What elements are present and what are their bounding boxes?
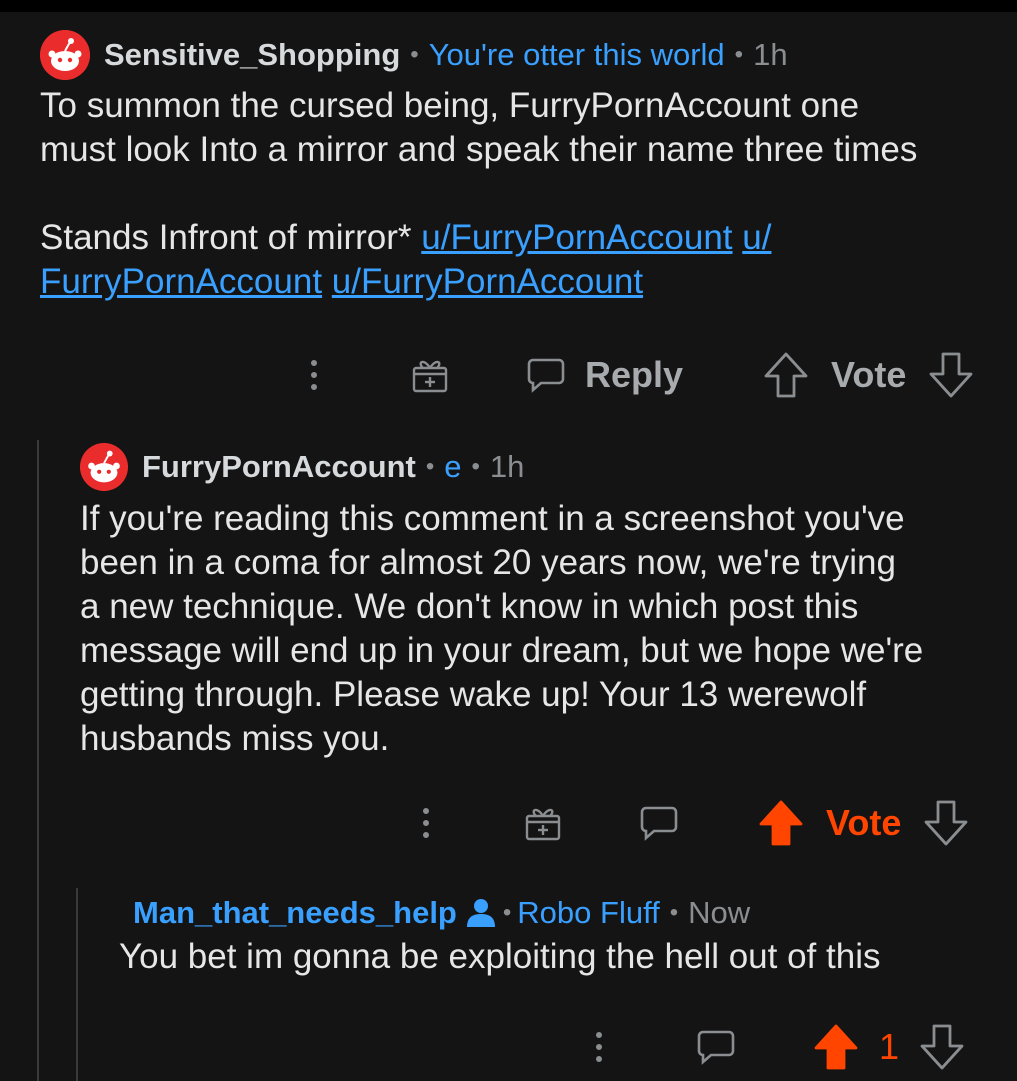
user-flair: e [444, 449, 462, 484]
body-line: Stands Infront of mirror* u/FurryPornAcc… [40, 216, 1010, 260]
separator-dot: • [734, 41, 744, 68]
avatar[interactable] [40, 30, 90, 80]
separator-dot: • [471, 453, 480, 480]
timestamp: Now [688, 895, 751, 930]
user-mention-link[interactable]: u/FurryPornAccount [332, 262, 643, 301]
award-gift-icon[interactable] [524, 804, 562, 842]
user-flair: You're otter this world [428, 37, 725, 72]
body-line: You bet im gonna be exploiting the hell … [119, 937, 881, 976]
thread-line-level-1[interactable] [37, 440, 39, 1081]
more-options-icon[interactable] [412, 806, 440, 840]
snoo-avatar-icon [80, 443, 128, 491]
comment-actions: Vote [412, 796, 969, 850]
comment-header: Man_that_needs_help • Robo Fluff • Now [133, 895, 1003, 931]
upvote-arrow-icon[interactable] [763, 351, 809, 399]
user-mention-link[interactable]: u/ [742, 218, 771, 257]
body-text: Stands Infront of mirror* [40, 218, 422, 257]
body-line: getting through. Please wake up! Your 13… [80, 675, 867, 714]
more-options-icon[interactable] [300, 358, 328, 392]
vote-control: Vote [758, 799, 969, 847]
body-line: husbands miss you. [80, 719, 390, 758]
username[interactable]: Man_that_needs_help [133, 895, 457, 931]
user-mention-link[interactable]: u/FurryPornAccount [421, 218, 732, 257]
separator-dot: • [502, 899, 512, 926]
downvote-arrow-icon[interactable] [923, 799, 969, 847]
vote-control: Vote [763, 351, 974, 399]
comment-header: FurryPornAccount • e • 1h [80, 443, 1010, 491]
body-line: If you're reading this comment in a scre… [80, 499, 905, 538]
thread-line-level-2[interactable] [76, 888, 78, 1081]
body-line: FurryPornAccount u/FurryPornAccount [40, 260, 1010, 304]
top-bar [0, 0, 1017, 12]
award-gift-icon[interactable] [411, 356, 449, 394]
user-profile-icon [465, 898, 497, 928]
timestamp: 1h [753, 37, 788, 72]
username[interactable]: Sensitive_Shopping [104, 37, 400, 73]
comment-body: To summon the cursed being, FurryPornAcc… [40, 84, 1010, 304]
avatar[interactable] [80, 443, 128, 491]
downvote-arrow-icon[interactable] [928, 351, 974, 399]
timestamp: 1h [489, 449, 525, 484]
separator-dot: • [669, 899, 679, 926]
reply-button[interactable]: Reply [527, 354, 683, 396]
username[interactable]: FurryPornAccount [142, 449, 416, 485]
reply-bubble-icon[interactable] [697, 1029, 735, 1065]
user-mention-link[interactable]: FurryPornAccount [40, 262, 322, 301]
vote-score: 1 [879, 1026, 900, 1067]
body-line: must look Into a mirror and speak their … [40, 130, 918, 169]
comment-furrypornaccount: FurryPornAccount • e • 1h If you're read… [80, 443, 1010, 761]
snoo-avatar-icon [40, 30, 90, 80]
body-line: a new technique. We don't know in which … [80, 587, 859, 626]
vote-label: Vote [826, 802, 902, 843]
reply-bubble-icon [527, 357, 565, 393]
more-options-icon[interactable] [585, 1030, 613, 1064]
comment-actions: 1 [585, 1020, 965, 1074]
downvote-arrow-icon[interactable] [919, 1023, 965, 1071]
separator-dot: • [425, 453, 435, 480]
reply-label: Reply [585, 354, 684, 395]
comment-man-that-needs-help: Man_that_needs_help • Robo Fluff • Now Y… [119, 895, 1003, 979]
comment-actions: Reply Vote [300, 348, 974, 402]
body-line: To summon the cursed being, FurryPornAcc… [40, 86, 860, 125]
user-flair: Robo Fluff [517, 895, 660, 930]
reply-bubble-icon[interactable] [640, 805, 678, 841]
body-line: message will end up in your dream, but w… [80, 631, 924, 670]
vote-control: 1 [813, 1023, 965, 1071]
upvote-arrow-filled-icon[interactable] [813, 1023, 859, 1071]
comment-body: If you're reading this comment in a scre… [80, 497, 1010, 761]
upvote-arrow-filled-icon[interactable] [758, 799, 804, 847]
separator-dot: • [410, 41, 419, 68]
comment-body: You bet im gonna be exploiting the hell … [119, 935, 1003, 979]
vote-label: Vote [831, 354, 907, 395]
body-line: been in a coma for almost 20 years now, … [80, 543, 896, 582]
comment-header: Sensitive_Shopping • You're otter this w… [40, 30, 1010, 80]
comment-sensitive-shopping: Sensitive_Shopping • You're otter this w… [40, 30, 1010, 304]
